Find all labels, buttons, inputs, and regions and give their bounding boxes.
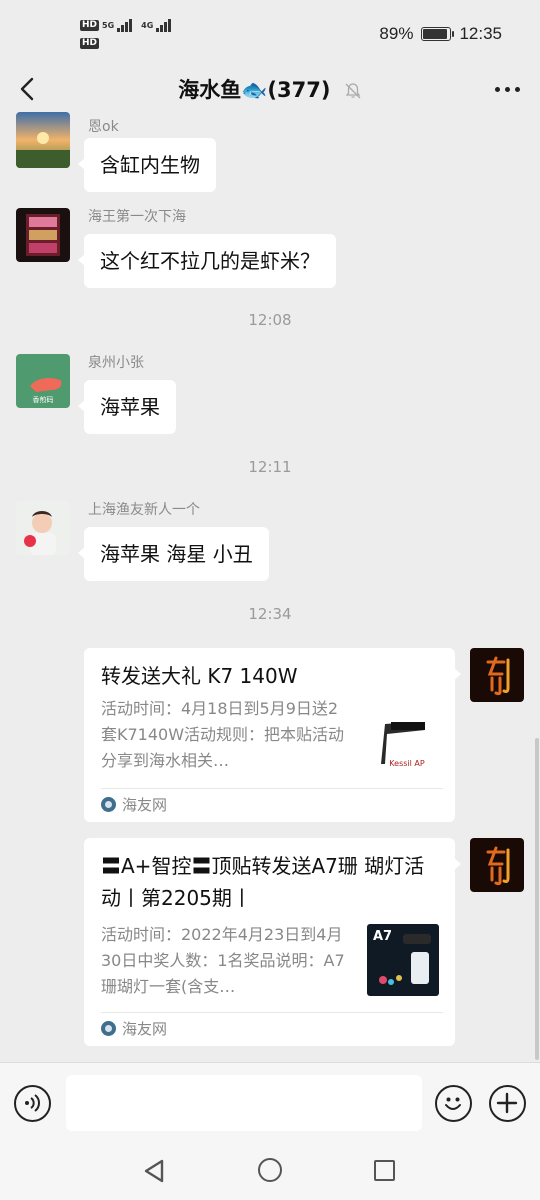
square-recent-icon[interactable] — [374, 1160, 395, 1181]
message-input[interactable] — [66, 1075, 422, 1131]
avatar[interactable] — [16, 208, 70, 262]
card-thumbnail: Kessil AP — [367, 704, 439, 776]
network-type-label: 4G — [141, 20, 154, 30]
my-avatar[interactable] — [470, 838, 524, 892]
card-source: 海友网 — [101, 794, 167, 815]
source-app-icon — [101, 797, 116, 812]
status-bar: HD 5G 4G HD 89% 12:35 — [0, 0, 540, 66]
signal-bars-icon — [156, 18, 172, 32]
voice-icon — [25, 1094, 40, 1112]
battery-icon — [421, 27, 455, 41]
input-bar — [0, 1062, 540, 1144]
emoji-icon — [445, 1097, 461, 1110]
message-bubble[interactable]: 海苹果 — [78, 380, 176, 434]
avatar[interactable]: 香煎码 — [16, 354, 70, 408]
more-dots-icon — [495, 86, 500, 92]
sender-name: 泉州小张 — [88, 355, 144, 371]
scrollbar[interactable] — [535, 738, 539, 1060]
chat-title-wrap: 海水鱼🐟(377) — [0, 74, 540, 104]
sender-name: 上海渔友新人一个 — [88, 502, 200, 518]
signal-bars-icon — [117, 18, 133, 32]
card-source: 海友网 — [101, 1018, 167, 1039]
triangle-back-icon[interactable] — [142, 1158, 166, 1184]
card-divider — [101, 1012, 443, 1013]
sender-name: 海王第一次下海 — [88, 209, 186, 225]
source-app-icon — [101, 1021, 116, 1036]
card-divider — [101, 788, 443, 789]
more-button[interactable] — [495, 78, 520, 100]
battery-percent: 89% — [379, 24, 414, 43]
card-source-name: 海友网 — [122, 1020, 168, 1038]
timestamp: 12:11 — [248, 458, 292, 476]
voice-button[interactable] — [14, 1085, 51, 1122]
hd-badge: HD — [80, 37, 100, 49]
my-avatar[interactable] — [470, 648, 524, 702]
thumbnail-caption: A7 — [373, 929, 392, 944]
card-description: 活动时间：4月18日到5月9日送2套K7140W活动规则：把本贴活动分享到海水相… — [101, 699, 345, 770]
circle-home-icon[interactable] — [258, 1158, 282, 1182]
sender-name: 恩ok — [88, 119, 119, 135]
card-title: 〓A+智控〓顶贴转发送A7珊 瑚灯活动丨第2205期丨 — [101, 854, 425, 910]
link-card[interactable]: 〓A+智控〓顶贴转发送A7珊 瑚灯活动丨第2205期丨 活动时间：2022年4月… — [84, 838, 461, 1046]
emoji-button[interactable] — [435, 1085, 472, 1122]
bell-off-icon — [345, 83, 361, 99]
chat-title: 海水鱼🐟(377) — [178, 78, 331, 102]
message-bubble[interactable]: 海苹果 海星 小丑 — [78, 527, 269, 581]
message-bubble[interactable]: 含缸内生物 — [78, 138, 216, 192]
card-description: 活动时间：2022年4月23日到4月30日中奖人数：1名奖品说明：A7珊瑚灯一套… — [101, 925, 345, 996]
avatar-caption: 香煎码 — [33, 395, 54, 404]
avatar[interactable] — [16, 112, 70, 168]
system-nav-bar — [0, 1144, 540, 1200]
card-title: 转发送大礼 K7 140W — [101, 664, 298, 688]
chat-header: 海水鱼🐟(377) — [0, 66, 540, 112]
plus-icon — [496, 1092, 518, 1114]
chat-area[interactable]: 恩ok 含缸内生物 海王第一次下海 这个红不拉几的是虾米？ 12:08 香煎码 … — [0, 112, 540, 1062]
signal-indicators: HD 5G 4G HD — [80, 18, 172, 54]
link-card[interactable]: 转发送大礼 K7 140W 活动时间：4月18日到5月9日送2套K7140W活动… — [84, 648, 461, 822]
thumbnail-caption: Kessil AP — [389, 759, 425, 768]
avatar[interactable] — [16, 501, 70, 555]
card-source-name: 海友网 — [122, 796, 168, 814]
message-bubble[interactable]: 这个红不拉几的是虾米？ — [78, 234, 336, 288]
hd-badge: HD — [80, 19, 100, 31]
network-type-label: 5G — [102, 20, 115, 30]
timestamp: 12:08 — [248, 311, 292, 329]
card-thumbnail: A7 — [367, 924, 439, 996]
status-right: 89% 12:35 — [379, 24, 502, 44]
plus-button[interactable] — [489, 1085, 526, 1122]
clock: 12:35 — [459, 24, 502, 43]
timestamp: 12:34 — [248, 605, 292, 623]
